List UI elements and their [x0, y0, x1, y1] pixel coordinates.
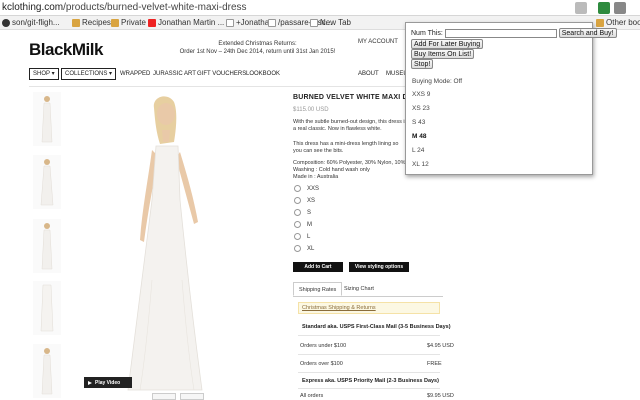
- shop-menu[interactable]: SHOP ▾: [29, 68, 59, 80]
- product-washing: Washing : Cold hand wash only: [293, 167, 370, 173]
- size-count-option[interactable]: S 43: [412, 119, 425, 126]
- main-nav: SHOP ▾ COLLECTIONS ▾ WRAPPED JURASSIC AR…: [29, 68, 409, 82]
- size-count-option[interactable]: XS 23: [412, 105, 430, 112]
- folder-icon: [111, 18, 119, 27]
- color-swatch[interactable]: [152, 393, 176, 400]
- view-styling-button[interactable]: View styling options: [349, 262, 409, 272]
- color-swatch[interactable]: [180, 393, 204, 400]
- num-label: Num This:: [411, 30, 443, 37]
- search-and-buy-button[interactable]: Search and Buy!: [558, 28, 617, 38]
- nav-gift-vouchers[interactable]: GIFT VOUCHERS: [197, 71, 246, 77]
- menu-icon[interactable]: [614, 2, 626, 14]
- shipping-divider: [298, 354, 440, 355]
- shipping-row: Orders under $100 $4.95 USD: [300, 343, 454, 349]
- num-row: Num This: Search and Buy!: [411, 28, 617, 38]
- shipping-divider: [298, 372, 440, 373]
- nav-jurassic-art[interactable]: JURASSIC ART: [153, 71, 196, 77]
- browser-window: kclothing.com/products/burned-velvet-whi…: [0, 0, 640, 400]
- radio-button[interactable]: [294, 185, 301, 192]
- tab-sizing-chart[interactable]: Sizing Chart: [339, 282, 379, 296]
- folder-icon: [72, 18, 80, 27]
- add-to-cart-button[interactable]: Add to Cart: [293, 262, 343, 272]
- size-count-option[interactable]: XL 12: [412, 161, 429, 168]
- num-input[interactable]: [444, 28, 557, 38]
- size-count-option[interactable]: L 24: [412, 147, 424, 154]
- shipping-divider: [298, 335, 440, 336]
- express-shipping-heading: Express aka. USPS Priority Mail (2-3 Bus…: [302, 378, 439, 384]
- bookmark-item[interactable]: son/git-fligh...: [2, 18, 60, 27]
- product-thumbnail[interactable]: [33, 344, 61, 398]
- nav-lookbook[interactable]: LOOKBOOK: [246, 71, 280, 77]
- nav-about[interactable]: ABOUT: [358, 71, 379, 77]
- size-option[interactable]: S: [294, 209, 311, 216]
- buyer-extension-popup: Num This: Search and Buy! Add For Later …: [405, 22, 617, 175]
- size-option[interactable]: XL: [294, 245, 314, 252]
- nav-wrapped[interactable]: WRAPPED: [120, 71, 150, 77]
- url-path: /products/burned-velvet-white-maxi-dress: [63, 2, 247, 13]
- extension-icon[interactable]: [575, 2, 587, 14]
- address-bar[interactable]: kclothing.com/products/burned-velvet-whi…: [0, 0, 640, 16]
- product-composition: Composition: 60% Polyester, 30% Nylon, 1…: [293, 160, 406, 166]
- bookmark-item[interactable]: Recipes: [72, 18, 111, 27]
- page-icon: [310, 18, 318, 27]
- folder-icon: [596, 18, 604, 27]
- tab-divider: [293, 296, 443, 297]
- url-domain: kclothing.com: [2, 2, 64, 13]
- shipping-divider: [298, 388, 440, 389]
- shipping-row: Orders over $100 FREE: [300, 361, 442, 367]
- promo-banner: Extended Christmas Returns: Order 1st No…: [170, 40, 345, 56]
- product-main-image[interactable]: [82, 90, 282, 395]
- product-thumbnail[interactable]: [33, 281, 61, 335]
- product-made-in: Made in : Australia: [293, 174, 339, 180]
- radio-button[interactable]: [294, 197, 301, 204]
- collections-menu[interactable]: COLLECTIONS ▾: [61, 68, 117, 80]
- buying-mode-status: Buying Mode: Off: [412, 78, 463, 85]
- size-count-option[interactable]: XXS 9: [412, 91, 430, 98]
- tab-shipping-rates[interactable]: Shipping Rates: [293, 282, 343, 296]
- google-plus-icon: [226, 18, 234, 27]
- play-video-button[interactable]: Play Video: [84, 377, 132, 388]
- shipping-row: All orders $9.95 USD: [300, 393, 454, 399]
- bookmark-item[interactable]: Jonathan Martin ...: [148, 18, 224, 27]
- play-icon: [88, 380, 92, 385]
- size-count-option-selected[interactable]: M 48: [412, 133, 426, 140]
- standard-shipping-heading: Standard aka. USPS First-Class Mail (3-5…: [302, 324, 451, 330]
- product-lining-note: This dress has a mini-dress length linin…: [293, 141, 399, 154]
- youtube-icon: [148, 18, 156, 27]
- site-logo[interactable]: BlackMilk: [29, 40, 103, 60]
- page-icon: [268, 18, 276, 27]
- promo-line-2: Order 1st Nov – 24th Dec 2014, return un…: [179, 49, 336, 55]
- product-thumbnail[interactable]: [33, 219, 61, 273]
- size-option[interactable]: XS: [294, 197, 315, 204]
- christmas-shipping-link[interactable]: Christmas Shipping & Returns: [298, 302, 440, 314]
- other-bookmarks[interactable]: Other bookm: [596, 18, 640, 27]
- promo-line-1: Extended Christmas Returns:: [218, 41, 297, 47]
- url-text[interactable]: kclothing.com/products/burned-velvet-whi…: [2, 2, 247, 13]
- product-description: With the subtle burned-out design, this …: [293, 119, 408, 132]
- size-option[interactable]: L: [294, 233, 310, 240]
- header-divider: [29, 86, 409, 87]
- bookmark-item[interactable]: +Jonathan: [226, 18, 274, 27]
- size-option[interactable]: M: [294, 221, 312, 228]
- product-thumbnail[interactable]: [33, 92, 61, 146]
- radio-button[interactable]: [294, 221, 301, 228]
- my-account-link[interactable]: MY ACCOUNT: [358, 39, 398, 45]
- size-option[interactable]: XXS: [294, 185, 319, 192]
- github-icon: [2, 18, 10, 27]
- radio-button[interactable]: [294, 233, 301, 240]
- radio-button[interactable]: [294, 209, 301, 216]
- bookmark-item[interactable]: New Tab: [310, 18, 351, 27]
- buyer-extension-icon[interactable]: [598, 2, 610, 14]
- stop-button[interactable]: Stop!: [411, 59, 434, 69]
- product-price: $115.00 USD: [293, 107, 329, 113]
- buy-items-on-list-button[interactable]: Buy Items On List!: [411, 49, 475, 59]
- radio-button[interactable]: [294, 245, 301, 252]
- add-for-later-button[interactable]: Add For Later Buying: [411, 39, 484, 49]
- product-thumbnail[interactable]: [33, 155, 61, 209]
- bookmark-item[interactable]: Private: [111, 18, 146, 27]
